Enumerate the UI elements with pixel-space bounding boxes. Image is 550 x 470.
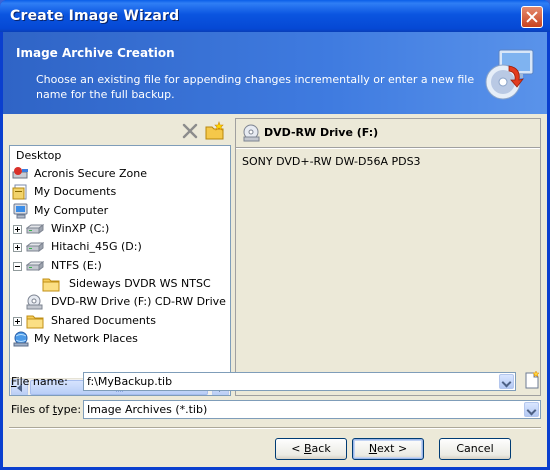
file-type-value: Image Archives (*.tib) bbox=[87, 403, 208, 416]
dvd-drive-icon bbox=[26, 294, 43, 310]
drive-icon bbox=[26, 242, 44, 252]
tree-item-label: My Computer bbox=[34, 204, 109, 217]
file-type-select[interactable]: Image Archives (*.tib) bbox=[83, 400, 541, 419]
tree-toolbar bbox=[9, 120, 231, 144]
drive-icon bbox=[26, 261, 44, 271]
drive-icon bbox=[26, 224, 44, 234]
page-description: Choose an existing file for appending ch… bbox=[36, 73, 475, 101]
file-name-combo[interactable]: f:\MyBackup.tib bbox=[83, 372, 516, 391]
folder-tree[interactable]: Desktop Acronis Secure Zone My Documents bbox=[9, 145, 231, 396]
expand-toggle[interactable] bbox=[13, 225, 22, 234]
tree-item-label: My Network Places bbox=[34, 332, 138, 345]
info-divider bbox=[236, 147, 540, 149]
new-folder-icon[interactable] bbox=[205, 121, 225, 141]
chevron-down-icon[interactable] bbox=[499, 374, 514, 389]
tree-item-label: Acronis Secure Zone bbox=[34, 167, 147, 180]
tree-item-label: Shared Documents bbox=[51, 314, 156, 327]
page-title: Image Archive Creation bbox=[16, 46, 175, 60]
tree-item-label: Desktop bbox=[16, 149, 62, 162]
file-name-value: f:\MyBackup.tib bbox=[87, 375, 173, 388]
computer-icon bbox=[13, 203, 28, 219]
tree-item-label: My Documents bbox=[34, 185, 117, 198]
documents-icon bbox=[12, 184, 27, 200]
close-button[interactable] bbox=[521, 6, 543, 28]
expand-toggle[interactable] bbox=[13, 317, 22, 326]
next-button[interactable]: Next > bbox=[352, 438, 424, 460]
collapse-toggle[interactable] bbox=[13, 262, 22, 271]
info-header: DVD-RW Drive (F:) bbox=[236, 119, 540, 147]
wizard-window: Create Image Wizard Image Archive Creati… bbox=[0, 0, 550, 470]
window-title: Create Image Wizard bbox=[10, 8, 180, 24]
dvd-drive-icon bbox=[243, 124, 260, 142]
button-divider bbox=[9, 427, 541, 429]
dialog-body: Image Archive Creation Choose an existin… bbox=[3, 32, 547, 467]
tree-item-label: Hitachi_45G (D:) bbox=[51, 240, 142, 253]
chevron-down-icon[interactable] bbox=[524, 402, 539, 417]
cancel-button[interactable]: Cancel bbox=[439, 438, 511, 460]
network-icon bbox=[13, 331, 29, 347]
item-info-panel: DVD-RW Drive (F:) SONY DVD+-RW DW-D56A P… bbox=[235, 118, 541, 396]
folder-icon bbox=[26, 315, 44, 329]
tree-item-label: Sideways DVDR WS NTSC bbox=[69, 277, 211, 290]
drive-model: SONY DVD+-RW DW-D56A PDS3 bbox=[242, 155, 421, 168]
disc-backup-icon bbox=[485, 49, 534, 100]
selected-item-name: DVD-RW Drive (F:) bbox=[264, 126, 379, 139]
tree-item-label: NTFS (E:) bbox=[51, 259, 102, 272]
tree-item-label: WinXP (C:) bbox=[51, 222, 110, 235]
secure-zone-icon bbox=[12, 167, 28, 179]
folder-icon bbox=[42, 278, 60, 292]
title-bar[interactable]: Create Image Wizard bbox=[0, 0, 550, 32]
wizard-banner: Image Archive Creation Choose an existin… bbox=[3, 32, 547, 114]
file-name-label: File name: bbox=[11, 375, 68, 388]
back-button[interactable]: < Back bbox=[275, 438, 347, 460]
file-type-label: Files of type: bbox=[11, 403, 82, 416]
new-file-icon[interactable] bbox=[523, 371, 541, 389]
delete-icon[interactable] bbox=[181, 122, 199, 140]
tree-item-label: DVD-RW Drive (F:) CD-RW Drive bbox=[51, 295, 226, 308]
expand-toggle[interactable] bbox=[13, 243, 22, 252]
